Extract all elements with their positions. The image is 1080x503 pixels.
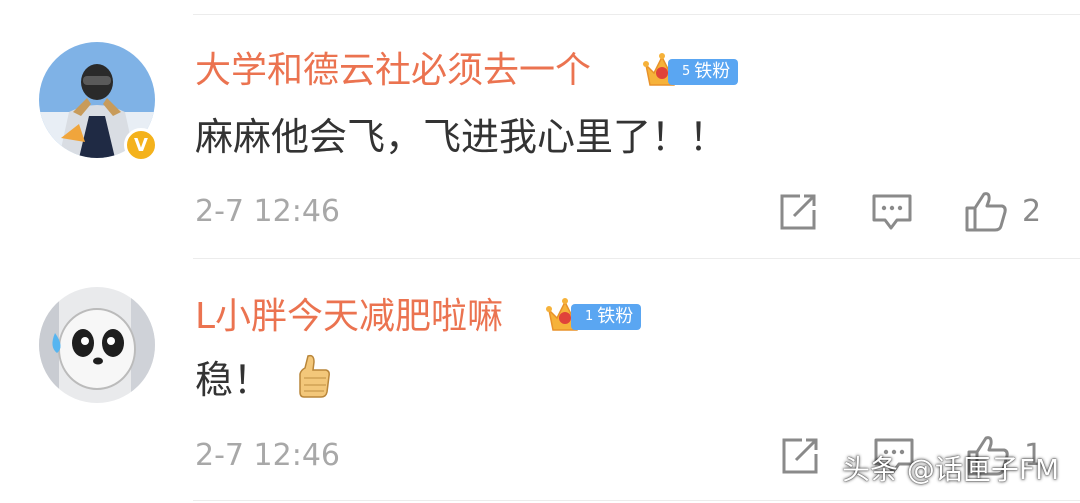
fan-badge-label: 铁粉 (597, 306, 634, 327)
timestamp: 2-7 12:46 (195, 194, 340, 229)
fan-badge-label: 铁粉 (694, 61, 731, 82)
thumbs-up-emoji-icon (299, 354, 330, 398)
verified-badge-icon: V (124, 128, 158, 162)
fan-badge[interactable]: 1 铁粉 (545, 296, 642, 336)
comment-divider (193, 258, 1080, 259)
avatar[interactable] (39, 287, 155, 403)
bottom-divider (193, 500, 1080, 501)
fan-badge[interactable]: 5 铁粉 (642, 51, 739, 91)
share-icon[interactable] (780, 436, 820, 476)
share-icon[interactable] (778, 192, 818, 232)
like-icon[interactable] (964, 190, 1008, 232)
comment-icon[interactable] (871, 192, 913, 232)
username[interactable]: L小胖今天减肥啦嘛 (195, 295, 503, 339)
fan-level: 5 (682, 64, 691, 79)
comment-text: 麻麻他会飞，飞进我心里了！！ (195, 115, 728, 159)
like-count: 2 (1022, 194, 1042, 229)
username[interactable]: 大学和德云社必须去一个 (195, 49, 591, 93)
timestamp: 2-7 12:46 (195, 438, 340, 473)
watermark: 头条 @话匣子FM (842, 453, 1060, 486)
comment-text: 稳！ (195, 358, 272, 402)
fan-level: 1 (585, 309, 594, 324)
top-divider (193, 14, 1080, 15)
